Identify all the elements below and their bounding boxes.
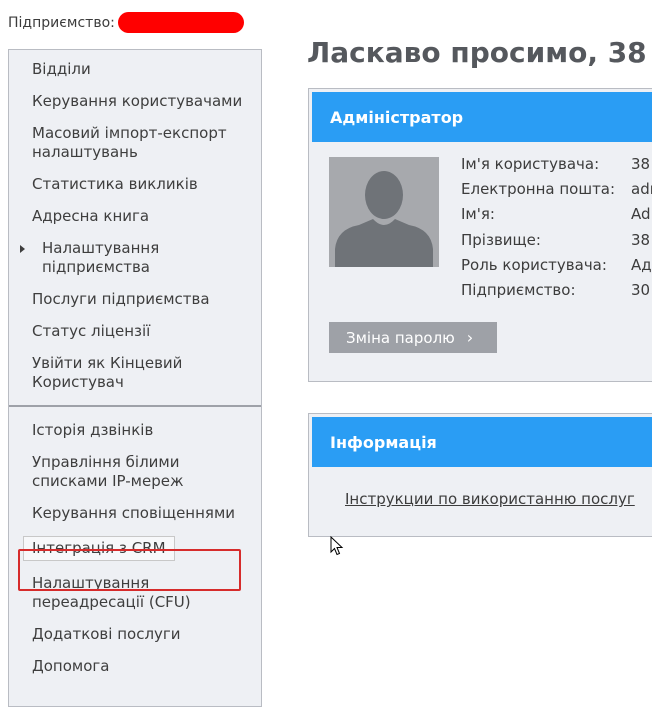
enterprise-label: Підприємство: bbox=[8, 14, 115, 31]
sidebar-item-call-history[interactable]: Історія дзвінків bbox=[9, 417, 261, 444]
chevron-right-icon: › bbox=[466, 328, 474, 347]
info-value: 38 bbox=[631, 155, 651, 173]
info-value: 38 bbox=[631, 230, 651, 249]
sidebar-item-departments[interactable]: Відділи bbox=[9, 56, 261, 83]
change-password-label: Зміна паролю bbox=[346, 328, 455, 347]
info-row-last-name: Прізвище: 38 bbox=[461, 231, 652, 256]
sidebar-item-label: Керування користувачами bbox=[32, 92, 243, 110]
sidebar-item-label: Управління білими списками IP-мереж bbox=[32, 453, 184, 490]
sidebar-item-bulk-import-export[interactable]: Масовий імпорт-експорт налаштувань bbox=[9, 120, 261, 166]
sidebar-item-label: Історія дзвінків bbox=[32, 421, 154, 439]
info-value: Ad bbox=[631, 205, 651, 224]
info-row-user-role: Роль користувача: Ад bbox=[461, 256, 652, 281]
sidebar-item-label: Статус ліцензії bbox=[32, 322, 151, 340]
sidebar-item-call-forwarding[interactable]: Налаштування переадресації (CFU) bbox=[9, 570, 261, 616]
sidebar-item-help[interactable]: Допомога bbox=[9, 653, 261, 680]
info-label: Ім'я користувача: bbox=[461, 155, 600, 173]
info-label: Ім'я: bbox=[461, 205, 495, 224]
sidebar-item-login-as-end-user[interactable]: Увійти як Кінцевий Користувач bbox=[9, 350, 261, 396]
sidebar-item-ip-whitelist[interactable]: Управління білими списками IP-мереж bbox=[9, 449, 261, 495]
sidebar-item-label: Допомога bbox=[32, 657, 110, 675]
sidebar-item-notifications[interactable]: Керування сповіщеннями bbox=[9, 500, 261, 527]
info-panel: Інформація Інструкции по використанню по… bbox=[308, 413, 652, 537]
info-label: Прізвище: bbox=[461, 230, 541, 249]
info-label: Підприємство: bbox=[461, 280, 576, 299]
sidebar-item-enterprise-settings[interactable]: Налаштування підприємства bbox=[9, 235, 261, 281]
sidebar-group-admin: Відділи Керування користувачами Масовий … bbox=[9, 50, 261, 405]
mouse-pointer-icon bbox=[330, 536, 344, 556]
redacted-enterprise-name bbox=[117, 12, 244, 33]
sidebar-item-label: Увійти як Кінцевий Користувач bbox=[32, 354, 183, 391]
sidebar-item-label: Налаштування переадресації (CFU) bbox=[32, 574, 191, 611]
enterprise-line: Підприємство: bbox=[8, 12, 244, 33]
sidebar-item-label: Додаткові послуги bbox=[32, 625, 181, 643]
sidebar-item-license-status[interactable]: Статус ліцензії bbox=[9, 318, 261, 345]
sidebar-item-enterprise-services[interactable]: Послуги підприємства bbox=[9, 286, 261, 313]
change-password-button[interactable]: Зміна паролю › bbox=[329, 322, 497, 353]
sidebar-group-tools: Історія дзвінків Управління білими списк… bbox=[9, 405, 261, 689]
sidebar-item-label: Відділи bbox=[32, 60, 91, 78]
sidebar-item-user-management[interactable]: Керування користувачами bbox=[9, 88, 261, 115]
sidebar-item-label: Масовий імпорт-експорт налаштувань bbox=[32, 124, 227, 161]
sidebar-item-additional-services[interactable]: Додаткові послуги bbox=[9, 621, 261, 648]
admin-info-table: Ім'я користувача: 38 Електронна пошта: a… bbox=[461, 155, 652, 306]
info-label: Роль користувача: bbox=[461, 255, 607, 274]
sidebar-item-address-book[interactable]: Адресна книга bbox=[9, 203, 261, 230]
info-row-email: Електронна пошта: adr bbox=[461, 180, 652, 205]
sidebar-item-label: Керування сповіщеннями bbox=[32, 504, 236, 522]
page-title: Ласкаво просимо, 38 bbox=[307, 36, 647, 69]
info-row-username: Ім'я користувача: 38 bbox=[461, 155, 652, 180]
info-value: adr bbox=[631, 180, 652, 199]
sidebar-item-label: Послуги підприємства bbox=[32, 290, 210, 308]
info-label: Електронна пошта: bbox=[461, 180, 616, 199]
caret-right-icon bbox=[20, 245, 25, 253]
admin-panel: Адміністратор Ім'я користувача: 38 Елект… bbox=[308, 88, 652, 382]
sidebar-item-call-statistics[interactable]: Статистика викликів bbox=[9, 171, 261, 198]
instructions-link[interactable]: Інструкции по використанню послуг bbox=[345, 490, 635, 508]
sidebar-item-label: Інтеграція з CRM bbox=[23, 536, 175, 561]
info-row-first-name: Ім'я: Ad bbox=[461, 205, 652, 230]
sidebar: Відділи Керування користувачами Масовий … bbox=[8, 49, 262, 707]
sidebar-item-label: Адресна книга bbox=[32, 207, 150, 225]
avatar bbox=[329, 157, 439, 267]
sidebar-item-label: Налаштування підприємства bbox=[42, 239, 160, 276]
info-row-enterprise: Підприємство: 30 bbox=[461, 281, 652, 306]
sidebar-item-crm-integration[interactable]: Інтеграція з CRM bbox=[9, 532, 261, 565]
info-panel-header: Інформація bbox=[312, 417, 652, 467]
sidebar-item-label: Статистика викликів bbox=[32, 175, 198, 193]
user-silhouette-icon bbox=[335, 171, 433, 267]
admin-panel-header: Адміністратор bbox=[312, 92, 652, 142]
info-value: Ад bbox=[631, 255, 652, 274]
info-value: 30 bbox=[631, 280, 651, 299]
